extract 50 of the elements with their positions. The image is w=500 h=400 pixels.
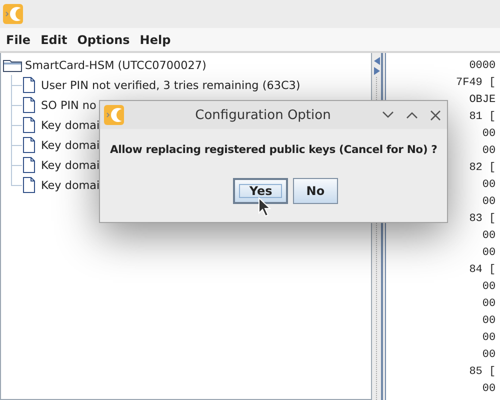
file-icon [23,157,35,173]
dialog-logo-icon [104,105,124,125]
minimize-icon[interactable] [382,111,394,119]
yes-button[interactable]: Yes [233,178,288,204]
hex-line: 83 [ [468,212,496,227]
menu-item[interactable]: Help [134,30,176,48]
mouse-pointer-icon [258,197,271,217]
hex-line: 00 [481,348,496,363]
tree-item[interactable]: Key domai [41,158,100,172]
menu-item[interactable]: Edit [36,30,72,48]
menu-item[interactable]: File [1,30,36,48]
file-icon [23,77,35,93]
tree-item[interactable]: Key domai [41,178,100,192]
right-arrow-icon[interactable] [374,67,380,75]
hex-line: 84 [ [468,263,496,278]
hex-line: 00 [481,297,496,312]
hex-line: 00 [481,195,496,210]
folder-icon [3,58,22,72]
app-logo-icon [3,4,23,24]
menu-item[interactable]: Options [72,30,135,48]
tree-item[interactable]: Key domai [41,118,100,132]
dialog-title: Configuration Option [194,108,332,122]
file-icon [23,177,35,193]
hex-line: 00 [481,127,496,142]
no-button[interactable]: No [293,178,338,204]
file-icon [23,97,35,113]
hex-line: OBJE [468,93,496,108]
hex-line: 85 [ [468,365,496,380]
hex-line: 7F49 [ [456,76,496,91]
hex-line: 00 [481,382,496,397]
file-icon [23,117,35,133]
hex-line: 00 [481,144,496,159]
hex-line: 81 [ [468,110,496,125]
hex-line: 82 [ [468,161,496,176]
hex-line: 0000 [468,59,496,74]
tree-item[interactable]: SO PIN no [41,98,96,112]
file-icon [23,137,35,153]
dialog-message: Allow replacing registered public keys (Cancel for No) ? [110,143,438,157]
hex-line: 00 [481,178,496,193]
close-icon[interactable] [430,110,441,120]
tree-item[interactable]: Key domai [41,138,100,152]
tree-root-label[interactable]: SmartCard-HSM (UTCC0700027) [25,58,206,72]
hex-line: 00 [481,280,496,295]
hex-line: 00 [481,229,496,244]
maximize-icon[interactable] [406,111,418,119]
hex-line: 00 [481,314,496,329]
tree-item[interactable]: User PIN not verified, 3 tries remaining (63C3) [41,78,300,92]
left-arrow-icon[interactable] [374,57,380,65]
hex-line: 00 [481,331,496,346]
hex-line: 00 [481,246,496,261]
